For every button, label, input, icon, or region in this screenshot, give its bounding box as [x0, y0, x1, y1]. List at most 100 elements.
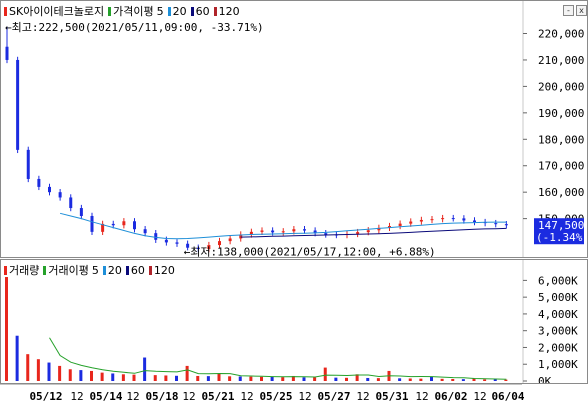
price-candle-body: [37, 178, 41, 187]
volume-bar: [15, 335, 19, 381]
volume-bar: [281, 377, 285, 381]
volume-y-tick-label: 5,000K: [538, 291, 578, 304]
volume-bar: [132, 374, 136, 381]
price-candle-body: [48, 186, 51, 193]
volume-bar: [313, 377, 317, 381]
volume-bar: [47, 362, 51, 381]
time-axis-label: 12: [126, 390, 139, 403]
volume-bar: [36, 359, 40, 381]
time-axis-label: 12: [70, 390, 83, 403]
price-candle-body: [441, 218, 445, 220]
volume-bar: [440, 378, 444, 381]
price-candle-body: [271, 230, 275, 233]
volume-ma5-line: [49, 337, 507, 380]
volume-y-tick-label: 2,000K: [538, 341, 578, 354]
price-candle-body: [303, 229, 306, 231]
volume-bar: [451, 378, 455, 381]
price-y-tick-label: 160,000: [538, 186, 584, 199]
price-candle-body: [409, 221, 413, 224]
volume-bar: [270, 376, 274, 381]
time-axis-label: 12: [298, 390, 311, 403]
volume-chart-svg: 6,000K 5,000K 4,000K 3,000K 2,000K 1,000K 0K: [5, 260, 578, 383]
time-axis-label: 12: [473, 390, 486, 403]
time-axis-label: 05/21: [201, 390, 234, 403]
time-axis-label: 05/25: [259, 390, 292, 403]
price-candle-body: [462, 218, 466, 221]
volume-bar: [334, 377, 338, 381]
price-candle-body: [473, 220, 476, 223]
price-candle-body: [133, 221, 136, 230]
volume-bar: [260, 376, 263, 381]
time-axis: 05/12 12 05/14 12 05/18 12 05/21 12 05/25 12 05/27…: [0, 384, 588, 408]
price-candle-body: [16, 59, 20, 150]
volume-bar: [366, 377, 370, 381]
time-axis-label: 06/04: [491, 390, 524, 403]
price-candle-body: [504, 224, 508, 226]
time-axis-label: 05/27: [317, 390, 350, 403]
volume-bar: [79, 370, 83, 381]
low-annotation: ←최저:138,000(2021/05/17,12:00, +6.88%): [184, 245, 436, 257]
price-candle-body: [494, 223, 498, 225]
volume-bar: [111, 373, 115, 381]
volume-bar: [228, 376, 232, 381]
price-candle-body: [58, 192, 62, 198]
volume-bar: [398, 378, 402, 381]
time-axis-label: 12: [240, 390, 253, 403]
price-candle-body: [5, 46, 9, 60]
price-candle-body: [79, 208, 83, 216]
volume-bar: [153, 375, 157, 381]
price-chart-svg: 220,000 210,000 200,000 190,000 180,000 170,0…: [5, 1, 587, 257]
volume-bar: [238, 376, 242, 381]
time-axis-label: 12: [182, 390, 195, 403]
price-y-tick-label: 170,000: [538, 160, 584, 173]
volume-y-tick-label: 0K: [538, 375, 552, 383]
time-axis-label: 06/02: [434, 390, 467, 403]
price-candle-body: [143, 229, 147, 234]
volume-bar: [323, 367, 327, 381]
volume-bar: [430, 376, 433, 381]
volume-bar: [206, 376, 210, 381]
volume-bar: [164, 375, 168, 381]
volume-bar: [143, 357, 147, 381]
price-y-tick-label: 210,000: [538, 54, 584, 67]
volume-bar: [196, 375, 200, 381]
volume-bar: [58, 365, 62, 381]
volume-bar: [90, 370, 93, 381]
time-axis-label: 12: [415, 390, 428, 403]
price-y-tick-label: 190,000: [538, 107, 584, 120]
price-ma60-line: [240, 227, 507, 238]
time-axis-label: 05/18: [145, 390, 178, 403]
volume-y-tick-label: 4,000K: [538, 308, 578, 321]
volume-bar: [185, 365, 189, 381]
price-candle-body: [122, 221, 126, 226]
price-candle-body: [260, 230, 264, 232]
price-candle-body: [419, 219, 423, 222]
price-candle-body: [281, 231, 285, 233]
price-candle-body: [164, 239, 168, 243]
high-annotation: ←최고:222,500(2021/05/11,09:00, -33.71%): [5, 21, 264, 34]
volume-y-tick-label: 3,000K: [538, 325, 578, 338]
volume-bar: [483, 379, 487, 381]
volume-bar: [345, 377, 348, 381]
volume-bar: [493, 379, 497, 381]
price-candle-body: [292, 229, 296, 232]
volume-bar: [175, 375, 178, 381]
price-candle-body: [430, 219, 434, 221]
volume-chart-pane[interactable]: 거래량 거래이평 5 20 60 120 6,000K 5,000K 4,000K 3…: [0, 259, 588, 384]
price-candle-body: [26, 149, 30, 179]
price-chart-pane[interactable]: SK아이이테크놀로지 가격이평 5 20 60 120 - x 220,000 2…: [0, 0, 588, 258]
price-candle-body: [398, 223, 402, 227]
volume-bar: [26, 354, 30, 381]
price-candle-body: [366, 230, 370, 233]
volume-bar: [408, 378, 412, 381]
time-axis-label: 05/12: [29, 390, 62, 403]
price-y-tick-label: 180,000: [538, 133, 584, 146]
time-axis-label: 05/14: [89, 390, 122, 403]
price-y-tick-label: 220,000: [538, 28, 584, 41]
volume-bar: [461, 379, 465, 381]
price-candle-body: [69, 197, 73, 209]
volume-bar: [68, 369, 72, 381]
price-candle-body: [228, 238, 232, 242]
price-candle-body: [90, 215, 94, 232]
price-candle-body: [451, 218, 455, 220]
